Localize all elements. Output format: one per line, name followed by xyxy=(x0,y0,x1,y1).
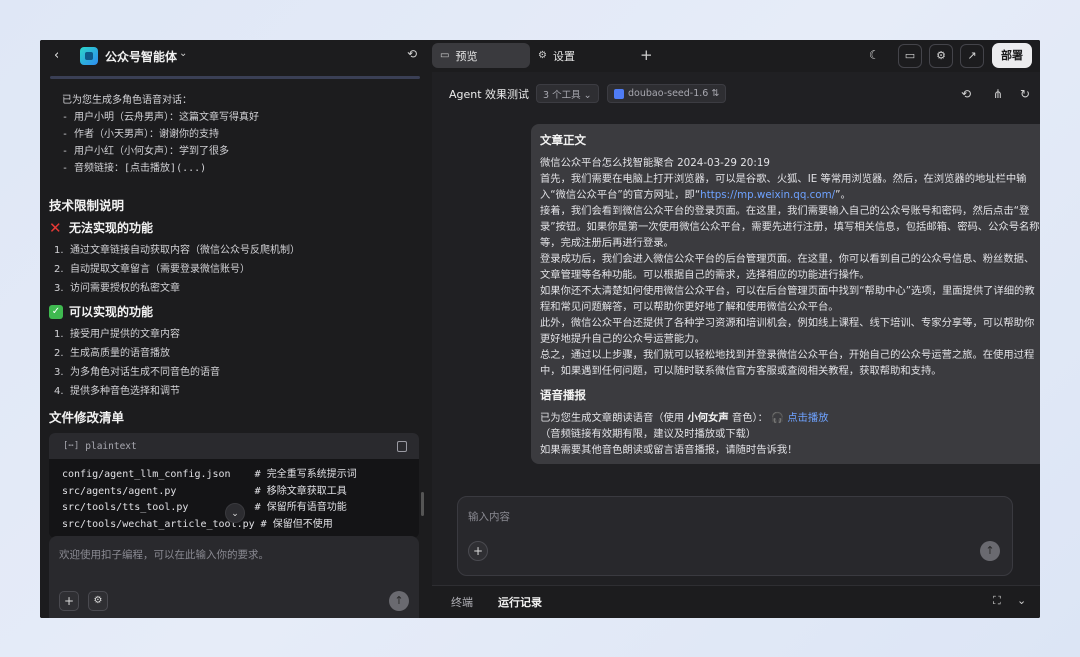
voice-note: （音频链接有效期有限，建议及时播放或下载） xyxy=(540,428,757,440)
can-heading: ✓ 可以实现的功能 xyxy=(49,303,153,320)
tab-preview[interactable]: ▭ 预览 xyxy=(432,43,530,68)
assistant-message: 文章正文 微信公众平台怎么找智能聚合 2024-03-29 20:19 首先，我… xyxy=(531,124,1040,464)
back-button[interactable]: ‹ xyxy=(54,48,70,64)
list-item: 1. 接受用户提供的文章内容 xyxy=(54,329,180,340)
article-heading: 文章正文 xyxy=(540,133,586,147)
list-item: - 用户小明（云舟男声）：这篇文章写得真好 xyxy=(62,112,260,123)
model-selector[interactable]: doubao-seed-1.6 ⇅ xyxy=(607,84,727,103)
copy-icon[interactable] xyxy=(397,441,407,452)
scroll-indicator xyxy=(50,76,420,79)
cannot-heading-label: 无法实现的功能 xyxy=(69,221,154,235)
tab-terminal[interactable]: 终端 xyxy=(451,594,473,610)
list-item: 1. 通过文章链接自动获取内容（微信公众号反爬机制） xyxy=(54,245,300,256)
scroll-to-bottom-button[interactable]: ⌄ xyxy=(225,503,245,523)
agent-test-title: Agent 效果测试 xyxy=(449,88,530,101)
code-header: [⋯] plaintext xyxy=(49,433,419,459)
prompt-input-box[interactable]: 欢迎使用扣子编程，可以在此输入你的要求。 + ⚙ ↑ xyxy=(49,536,419,618)
add-attachment-button[interactable]: + xyxy=(468,541,488,561)
tab-preview-label: 预览 xyxy=(455,49,478,63)
list-item: 已为您生成多角色语音对话： xyxy=(62,95,192,106)
agent-test-bar: Agent 效果测试 3 个工具 ⌄ doubao-seed-1.6 ⇅ ⟲ ⋔… xyxy=(432,80,1040,108)
article-paragraph: 首先，我们需要在电脑上打开浏览器，可以是谷歌、火狐、IE 等常用浏览器。然后，在… xyxy=(540,173,1027,201)
tools-dropdown[interactable]: 3 个工具 ⌄ xyxy=(536,84,599,103)
list-item: - 作者（小天男声）：谢谢你的支持 xyxy=(62,129,220,140)
add-tab-button[interactable]: + xyxy=(640,47,653,63)
tools-label: 3 个工具 ⌄ xyxy=(543,89,592,101)
cannot-list: 1. 通过文章链接自动获取内容（微信公众号反爬机制） 2. 自动提取文章留言（需要登… xyxy=(54,241,300,298)
tab-settings[interactable]: ⚙ 设置 xyxy=(530,43,583,68)
article-paragraph: 总之，通过以上步骤，我们就可以轻松地找到并登录微信公众平台，开始自己的公众号运营… xyxy=(540,349,1035,377)
moon-icon[interactable]: ☾ xyxy=(869,48,880,62)
deploy-button[interactable]: 部署 xyxy=(992,43,1032,68)
headphone-icon: 🎧 xyxy=(771,412,788,424)
external-link-icon[interactable]: ↗ xyxy=(960,44,984,68)
preview-icon: ▭ xyxy=(440,50,450,61)
app-title[interactable]: 公众号智能体 xyxy=(105,48,177,65)
bottom-panel-bar: 终端 运行记录 ⛶ ⌄ xyxy=(432,585,1040,618)
app-logo xyxy=(80,47,98,65)
files-heading: 文件修改清单 xyxy=(49,410,125,425)
article-paragraph: 此外，微信公众平台还提供了各种学习资源和培训机会，例如线上课程、线下培训、专家分… xyxy=(540,317,1035,345)
config-icon[interactable]: ⚙ xyxy=(929,44,953,68)
chat-header: ‹ 公众号智能体 ⌄ ⟲ xyxy=(40,40,432,72)
article-meta: 微信公众平台怎么找智能聚合 2024-03-29 20:19 xyxy=(540,157,770,169)
code-lang-icon: [⋯] xyxy=(63,441,80,451)
can-list: 1. 接受用户提供的文章内容 2. 生成高质量的语音播放 3. 为多角色对话生成不同音… xyxy=(54,325,220,401)
chat-panel: ‹ 公众号智能体 ⌄ ⟲ 已为您生成多角色语音对话： - 用户小明（云舟男声）：… xyxy=(40,40,432,618)
tab-run-log[interactable]: 运行记录 xyxy=(498,594,542,610)
code-lang: plaintext xyxy=(85,440,137,452)
settings-sliders-icon[interactable]: ⚙ xyxy=(88,591,108,611)
test-input-placeholder[interactable]: 输入内容 xyxy=(468,509,510,524)
model-label: doubao-seed-1.6 ⇅ xyxy=(628,88,720,99)
history-icon[interactable]: ⟲ xyxy=(959,87,973,101)
history-icon[interactable]: ⟲ xyxy=(404,47,420,63)
prompt-placeholder[interactable]: 欢迎使用扣子编程，可以在此输入你的要求。 xyxy=(59,547,269,562)
code-line: src/agents/agent.py # 移除文章获取工具 xyxy=(62,485,347,497)
send-button[interactable]: ↑ xyxy=(389,591,409,611)
voice-heading: 语音播报 xyxy=(540,388,586,402)
article-link[interactable]: https://mp.weixin.qq.com/ xyxy=(700,189,835,201)
add-button[interactable]: + xyxy=(59,591,79,611)
folder-icon[interactable]: ▭ xyxy=(898,44,922,68)
check-icon: ✓ xyxy=(49,304,63,319)
tab-settings-label: 设置 xyxy=(552,49,575,63)
test-input-box[interactable]: 输入内容 + ↑ xyxy=(457,496,1013,576)
list-item: 2. 自动提取文章留言（需要登录微信账号） xyxy=(54,264,250,275)
collapse-icon[interactable]: ⌄ xyxy=(1017,594,1026,607)
article-paragraph: 登录成功后，我们会进入微信公众平台的后台管理页面。在这里，你可以看到自己的公众号… xyxy=(540,253,1035,281)
list-item: 2. 生成高质量的语音播放 xyxy=(54,348,170,359)
list-item: 3. 为多角色对话生成不同音色的语音 xyxy=(54,367,220,378)
sliders-icon: ⚙ xyxy=(538,50,547,61)
cannot-heading: ✕ 无法实现的功能 xyxy=(49,219,153,236)
app-window: ‹ 公众号智能体 ⌄ ⟲ 已为您生成多角色语音对话： - 用户小明（云舟男声）：… xyxy=(40,40,1040,618)
chevron-down-icon[interactable]: ⌄ xyxy=(179,48,187,59)
cross-icon: ✕ xyxy=(49,218,62,237)
list-item: 4. 提供多种音色选择和调节 xyxy=(54,386,180,397)
model-icon xyxy=(614,88,624,99)
voice-line: 已为您生成文章朗读语音（使用 小何女声 音色）： 🎧 点击播放 xyxy=(540,412,829,424)
code-line: config/agent_llm_config.json # 完全重写系统提示词 xyxy=(62,469,357,480)
article-paragraph: 接着，我们会看到微信公众平台的登录页面。在这里，我们需要输入自己的公众号账号和密… xyxy=(540,205,1040,249)
fullscreen-icon[interactable]: ⛶ xyxy=(993,594,1001,608)
scrollbar[interactable] xyxy=(421,492,424,516)
send-button[interactable]: ↑ xyxy=(980,541,1000,561)
list-item: 3. 访问需要授权的私密文章 xyxy=(54,283,180,294)
preview-panel: ▭ 预览 ⚙ 设置 + ☾ ▭ ⚙ ↗ 部署 Agent 效果测试 3 个工具 … xyxy=(432,40,1040,618)
sitemap-icon[interactable]: ⋔ xyxy=(991,87,1005,101)
article-paragraph: 如果你还不太清楚如何使用微信公众平台，可以在后台管理页面中找到“帮助中心”选项，… xyxy=(540,285,1035,313)
voice-dialog-summary: 已为您生成多角色语音对话： - 用户小明（云舟男声）：这篇文章写得真好 - 作者… xyxy=(62,92,259,177)
limits-heading: 技术限制说明 xyxy=(49,198,125,213)
list-item: - 音频链接：[点击播放](...) xyxy=(62,163,207,174)
list-item: - 用户小红（小何女声）：学到了很多 xyxy=(62,146,230,157)
top-toolbar: ▭ 预览 ⚙ 设置 + ☾ ▭ ⚙ ↗ 部署 xyxy=(432,40,1040,72)
can-heading-label: 可以实现的功能 xyxy=(69,305,154,319)
refresh-icon[interactable]: ↻ xyxy=(1018,87,1032,101)
voice-followup: 如果需要其他音色朗读或留言语音播报，请随时告诉我！ xyxy=(540,444,798,456)
play-link[interactable]: 点击播放 xyxy=(787,412,828,424)
